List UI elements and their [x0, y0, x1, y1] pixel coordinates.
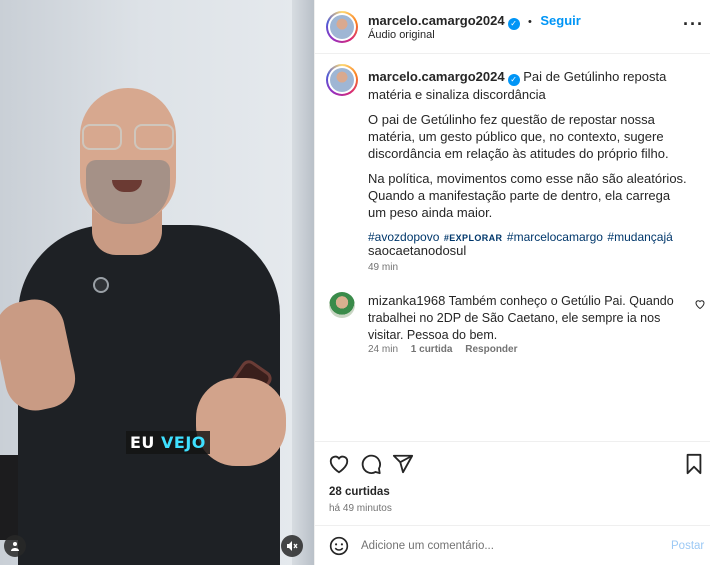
post-panel: marcelo.camargo2024 ✓ • Seguir Áudio orig… [314, 0, 710, 565]
post-paragraph-2: Na política, movimentos como esse não sã… [368, 171, 687, 220]
comment-input[interactable]: Adicione um comentário... [361, 540, 494, 552]
microphone-pin [93, 277, 109, 293]
like-heart-icon[interactable] [328, 453, 350, 475]
emoji-icon[interactable] [329, 536, 349, 556]
commenter-username[interactable]: mizanka1968 [368, 293, 445, 308]
comment-icon[interactable] [360, 453, 382, 475]
author-avatar[interactable] [326, 11, 358, 43]
header-username[interactable]: marcelo.camargo2024 [368, 13, 505, 28]
reply-button[interactable]: Responder [465, 344, 517, 355]
comment-body: mizanka1968 Também conheço o Getúlio Pai… [368, 292, 686, 344]
header-separator: • [528, 16, 532, 28]
comment-like-icon[interactable] [694, 298, 706, 310]
caption-verified-icon: ✓ [507, 74, 520, 86]
video-player[interactable]: EU VEJO [0, 0, 314, 565]
more-options-icon[interactable]: ··· [683, 14, 704, 35]
save-bookmark-icon[interactable] [683, 453, 705, 475]
post-actions: 28 curtidas há 49 minutos [315, 441, 710, 525]
caption-username[interactable]: marcelo.camargo2024 [368, 69, 505, 84]
comment-meta-row: 24 min 1 curtida Responder [368, 344, 518, 355]
post-paragraph-1: O pai de Getúlinho fez questão de repost… [368, 112, 669, 161]
post-time: 49 min [368, 262, 399, 273]
caption-word-1: EU [130, 433, 155, 452]
mute-icon[interactable] [281, 535, 303, 557]
comment-time: 24 min [368, 344, 399, 355]
audio-label[interactable]: Áudio original [368, 29, 435, 41]
hashtag-link[interactable]: #mudançajá [607, 230, 672, 244]
hashtag-link[interactable]: #marcelocamargo [507, 230, 603, 244]
background-wall [292, 0, 314, 565]
user-tag-icon[interactable] [4, 535, 26, 557]
presenter-glasses [82, 124, 174, 150]
comment-likes[interactable]: 1 curtida [411, 344, 453, 355]
like-count[interactable]: 28 curtidas [329, 486, 390, 498]
header-user-row: marcelo.camargo2024 ✓ • Seguir [368, 12, 581, 30]
caption-word-2: VEJO [161, 433, 206, 452]
follow-button[interactable]: Seguir [540, 13, 580, 28]
post-comment-button[interactable]: Postar [671, 540, 704, 552]
video-caption: EU VEJO [126, 431, 210, 454]
caption-author-avatar[interactable] [326, 64, 358, 96]
post-date: há 49 minutos [329, 503, 392, 514]
post-caption-title-row: marcelo.camargo2024 ✓ Pai de Getúlinho re… [368, 68, 678, 103]
post-tag-line-2: saocaetanodosul [368, 243, 467, 258]
verified-badge-icon: ✓ [507, 18, 520, 30]
commenter-avatar[interactable] [329, 292, 355, 318]
share-send-icon[interactable] [392, 453, 414, 475]
post-header: marcelo.camargo2024 ✓ • Seguir Áudio orig… [315, 0, 710, 54]
add-comment-bar: Adicione um comentário... Postar [315, 525, 710, 565]
